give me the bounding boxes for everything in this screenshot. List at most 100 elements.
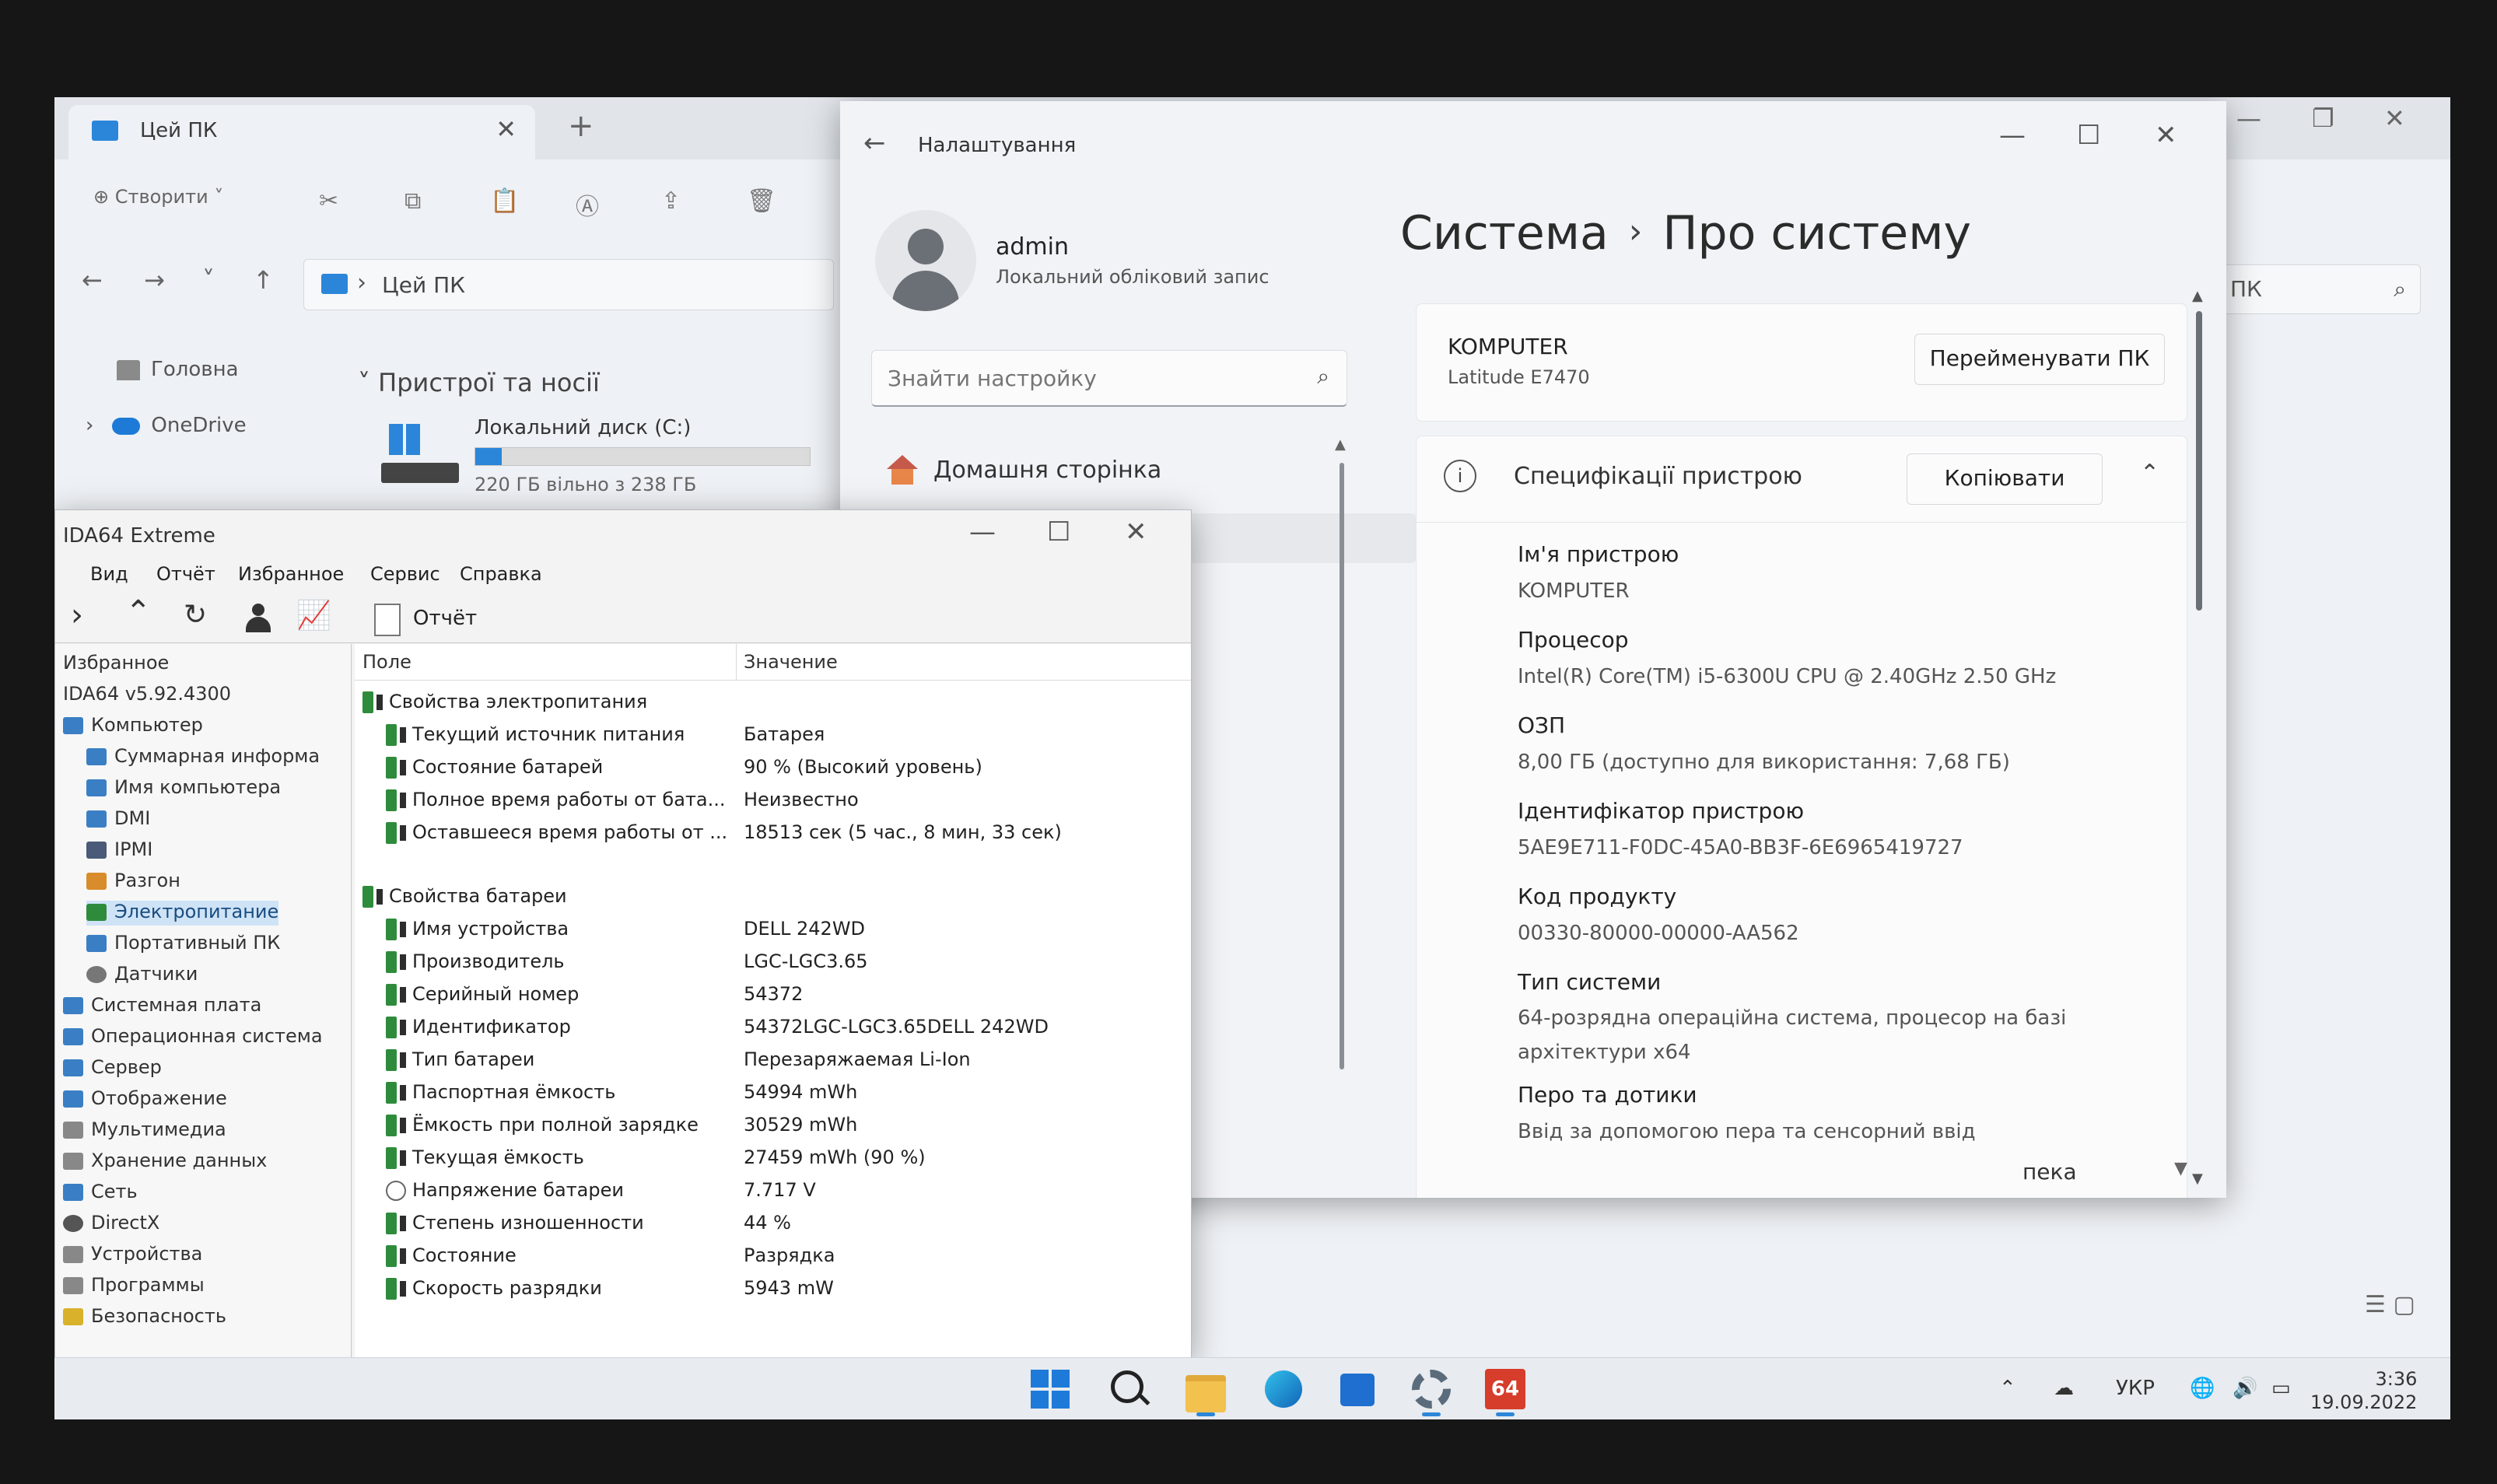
tree-item[interactable]: Суммарная информа xyxy=(86,745,320,770)
table-row[interactable]: Напряжение батареи 7.717 V xyxy=(386,1179,816,1212)
chevron-up-icon[interactable]: ⌃ xyxy=(1999,1377,2016,1400)
menu-report[interactable]: Отчёт xyxy=(156,563,215,585)
scroll-down-icon[interactable]: ▼ xyxy=(2174,1159,2187,1178)
tree-item[interactable]: DirectX xyxy=(63,1212,159,1237)
table-row[interactable]: Текущая ёмкость 27459 mWh (90 %) xyxy=(386,1146,926,1179)
share-icon[interactable]: ⇪ xyxy=(661,187,681,215)
column-header-field[interactable]: Поле xyxy=(362,644,411,680)
delete-icon[interactable]: 🗑 xyxy=(747,187,776,215)
table-row[interactable]: Серийный номер 54372 xyxy=(386,983,803,1016)
avatar[interactable] xyxy=(875,210,976,311)
table-row[interactable]: Идентификатор 54372LGC-LGC3.65DELL 242WD xyxy=(386,1016,1049,1048)
battery-icon[interactable]: ▭ xyxy=(2271,1377,2291,1400)
tree-item[interactable]: Операционная система xyxy=(63,1025,323,1050)
aida64-button[interactable]: 64 xyxy=(1482,1366,1529,1412)
explorer-tab[interactable]: Цей ПК ✕ xyxy=(68,105,535,159)
devices-group-header[interactable]: ˅ Пристрої та носії xyxy=(358,368,600,397)
maximize-button[interactable]: ☐ xyxy=(2077,120,2100,151)
tree-item[interactable]: Сервер xyxy=(63,1056,162,1081)
breadcrumb-parent[interactable]: Система xyxy=(1400,206,1609,261)
group-row-power[interactable]: Свойства электропитания xyxy=(362,691,647,723)
network-icon[interactable]: 🌐 xyxy=(2190,1377,2215,1400)
address-bar[interactable]: › Цей ПК xyxy=(303,259,834,310)
volume-icon[interactable]: 🔊 xyxy=(2233,1377,2257,1400)
up-chevron-icon[interactable]: ⌃ xyxy=(125,594,152,630)
tree-item[interactable]: Мультимедиа xyxy=(63,1118,226,1143)
tree-item[interactable]: Хранение данных xyxy=(63,1150,267,1174)
menu-favorites[interactable]: Избранное xyxy=(238,563,344,585)
table-row[interactable]: Производитель LGC-LGC3.65 xyxy=(386,950,868,983)
table-row[interactable]: Полное время работы от бата... Неизвестно xyxy=(386,789,859,821)
maximize-button[interactable]: ☐ xyxy=(1047,516,1070,548)
content-scrollbar[interactable]: ▲ ▼ xyxy=(2192,288,2203,1198)
refresh-icon[interactable]: ↻ xyxy=(184,599,207,631)
menu-view[interactable]: Вид xyxy=(90,563,128,585)
rename-pc-button[interactable]: Перейменувати ПК xyxy=(1914,334,2165,385)
scrollbar-thumb[interactable] xyxy=(2196,311,2202,611)
user-icon[interactable] xyxy=(243,604,273,633)
tree-item[interactable]: IDA64 v5.92.4300 xyxy=(63,683,231,708)
tab-close-icon[interactable]: ✕ xyxy=(496,114,517,144)
edge-button[interactable] xyxy=(1260,1366,1307,1412)
table-row[interactable]: Степень изношенности 44 % xyxy=(386,1212,791,1244)
up-arrow-icon[interactable]: ↑ xyxy=(253,265,274,295)
table-row[interactable]: Состояние Разрядка xyxy=(386,1244,835,1277)
tree-item[interactable]: Отображение xyxy=(63,1087,227,1112)
minimize-button[interactable]: — xyxy=(1999,120,2026,151)
new-tab-button[interactable]: + xyxy=(568,108,594,144)
sidebar-item-onedrive[interactable]: › OneDrive xyxy=(86,414,247,437)
tree-item-selected[interactable]: Электропитание xyxy=(86,901,279,926)
copy-icon[interactable]: ⧉ xyxy=(404,187,421,215)
settings-search[interactable]: ⌕ xyxy=(871,350,1347,407)
scroll-down-icon[interactable]: ▼ xyxy=(2192,1171,2203,1187)
sidebar-item-partial[interactable]: пека xyxy=(2022,1159,2077,1185)
create-button[interactable]: ⊕ Створити ˅ xyxy=(93,186,223,208)
scroll-up-icon[interactable]: ▲ xyxy=(2192,288,2203,304)
close-button[interactable]: ✕ xyxy=(2155,120,2177,151)
scroll-up-icon[interactable]: ▲ xyxy=(1335,436,1346,453)
menu-service[interactable]: Сервис xyxy=(370,563,440,585)
close-button[interactable]: ✕ xyxy=(1125,516,1147,548)
minimize-button[interactable]: — xyxy=(969,516,996,548)
settings-search-input[interactable] xyxy=(886,360,1294,396)
chevron-up-icon[interactable]: ⌃ xyxy=(2140,460,2159,487)
tree-item[interactable]: Разгон xyxy=(86,870,180,894)
tree-item[interactable]: Программы xyxy=(63,1274,205,1299)
drive-icon[interactable] xyxy=(381,424,459,486)
menu-help[interactable]: Справка xyxy=(460,563,542,585)
tree-item[interactable]: Устройства xyxy=(63,1243,202,1268)
group-row-battery[interactable]: Свойства батареи xyxy=(362,885,567,918)
forward-arrow-icon[interactable]: → xyxy=(144,265,165,295)
rename-icon[interactable]: Ⓐ xyxy=(576,187,599,222)
back-arrow-icon[interactable]: ← xyxy=(82,265,103,295)
paste-icon[interactable]: 📋 xyxy=(490,187,519,215)
tree-item[interactable]: Избранное xyxy=(63,652,169,677)
settings-button[interactable] xyxy=(1408,1366,1455,1412)
sidebar-item-home[interactable]: Домашня сторінка xyxy=(871,447,1330,494)
store-button[interactable] xyxy=(1334,1366,1381,1412)
table-row[interactable]: Скорость разрядки 5943 mW xyxy=(386,1277,834,1310)
start-button[interactable] xyxy=(1027,1366,1073,1412)
tree-item[interactable]: Безопасность xyxy=(63,1305,226,1330)
report-button[interactable]: Отчёт xyxy=(413,607,477,630)
tree-item[interactable]: Портативный ПК xyxy=(86,932,280,957)
chart-icon[interactable]: 📈 xyxy=(296,599,331,632)
sidebar-scrollbar[interactable]: ▲ xyxy=(1335,436,1346,1085)
back-arrow-icon[interactable]: ← xyxy=(863,128,886,159)
table-row[interactable]: Паспортная ёмкость 54994 mWh xyxy=(386,1081,857,1114)
column-header-value[interactable]: Значение xyxy=(744,644,838,680)
table-row[interactable]: Ёмкость при полной зарядке 30529 mWh xyxy=(386,1114,857,1146)
tree-item[interactable]: Датчики xyxy=(86,963,198,988)
explorer-search-input[interactable]: ПК ⌕ xyxy=(2217,264,2421,314)
tree-item[interactable]: Имя компьютера xyxy=(86,776,281,801)
sidebar-item-home[interactable]: Головна xyxy=(117,358,239,381)
view-toggle[interactable]: ☰ ▢ xyxy=(2365,1291,2415,1318)
tree-item[interactable]: Сеть xyxy=(63,1181,138,1206)
drive-name[interactable]: Локальний диск (C:) xyxy=(475,416,691,439)
clock[interactable]: 3:36 19.09.2022 xyxy=(2310,1367,2417,1414)
tree-item[interactable]: IPMI xyxy=(86,838,152,863)
tree-item[interactable]: DMI xyxy=(86,807,150,832)
chevron-down-icon[interactable]: ˅ xyxy=(202,265,215,295)
tree-item[interactable]: Системная плата xyxy=(63,994,261,1019)
language-indicator[interactable]: УКР xyxy=(2116,1377,2155,1400)
